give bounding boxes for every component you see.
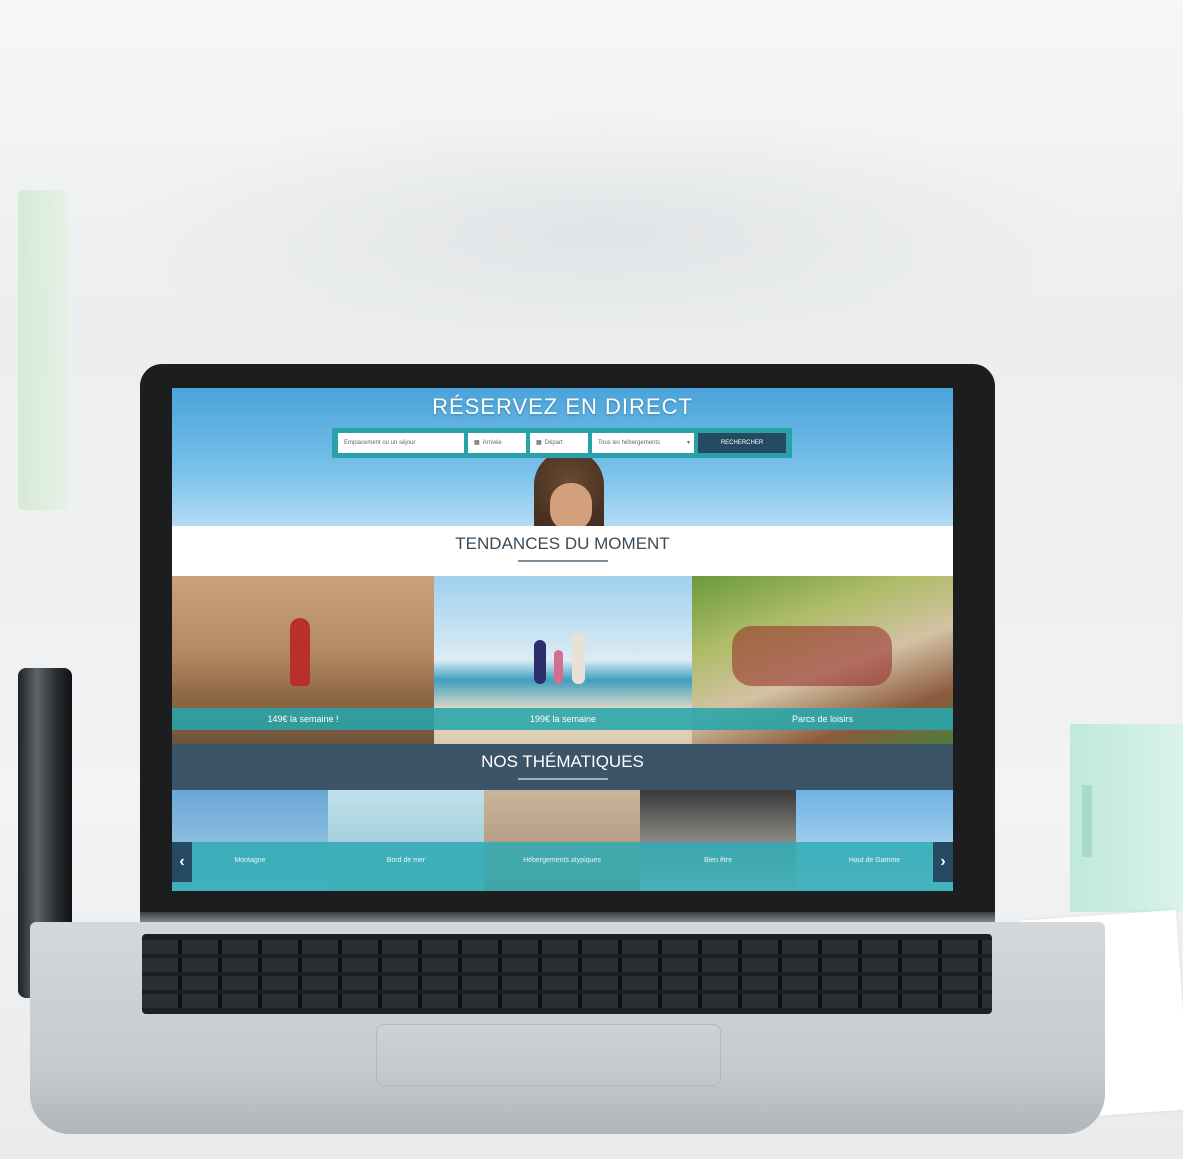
girl-on-beach-image [290,618,310,686]
theme-card-band [796,842,953,891]
theme-card[interactable]: Montagne [172,790,328,891]
family-on-beach-image [572,634,585,684]
themes-title: NOS THÉMATIQUES [481,752,644,771]
accommodation-type-select[interactable]: Tous les hébergements ▾ [592,433,694,453]
chevron-left-icon[interactable]: ‹ [172,842,192,882]
family-on-beach-image [534,640,546,684]
calendar-icon: ▦ [536,440,542,446]
theme-card-band [328,842,484,891]
amusement-ride-image [732,626,892,686]
chevron-down-icon: ▾ [686,440,690,446]
laptop-keyboard [142,934,992,1014]
trend-card[interactable]: 199€ la semaine [434,576,692,744]
trend-card-caption: Parcs de loisirs [692,708,953,730]
key-row [142,958,992,972]
key-row [142,940,992,954]
title-underline [518,778,608,780]
family-on-beach-image [554,650,563,684]
themes-carousel: Montagne Bord de mer Hébergements atypiq… [172,790,953,891]
departure-placeholder: Départ [544,440,563,446]
theme-card-label: Bien être [703,857,733,864]
laptop-screen: RÉSERVEZ EN DIRECT Emplacement ou un séj… [172,388,953,891]
theme-card-label: Hébergements atypiques [523,857,601,864]
theme-card-label: Haut de Gamme [848,857,901,864]
theme-card-band [484,842,640,891]
departure-date-field[interactable]: ▦ Départ [530,433,588,453]
trend-card-caption: 149€ la semaine ! [172,708,434,730]
laptop-trackpad [376,1024,721,1086]
search-bar: Emplacement ou un séjour ▦ Arrivée ▦ Dépar… [332,428,792,458]
key-row [142,994,992,1008]
chevron-right-icon[interactable]: › [933,842,953,882]
background-blur [110,110,1090,360]
mint-box-slot [1082,785,1092,857]
theme-card[interactable]: Hébergements atypiques [484,790,640,891]
accommodation-type-value: Tous les hébergements [598,440,661,446]
trends-title: TENDANCES DU MOMENT [455,534,670,553]
plant-decoration [18,190,68,510]
arrival-placeholder: Arrivée [482,440,502,446]
location-placeholder: Emplacement ou un séjour [344,440,416,446]
location-field[interactable]: Emplacement ou un séjour [338,433,464,453]
arrival-date-field[interactable]: ▦ Arrivée [468,433,526,453]
calendar-icon: ▦ [474,440,480,446]
theme-card[interactable]: Haut de Gamme [796,790,953,891]
photo-scene: RÉSERVEZ EN DIRECT Emplacement ou un séj… [0,0,1183,1159]
theme-card-band [640,842,796,891]
theme-card-label: Montagne [234,857,266,864]
trend-card-caption: 199€ la semaine [434,708,692,730]
theme-card-label: Bord de mer [386,857,426,864]
key-row [142,976,992,990]
trend-card[interactable]: 149€ la semaine ! [172,576,434,744]
hero-title: RÉSERVEZ EN DIRECT [432,394,693,419]
trend-card[interactable]: Parcs de loisirs [692,576,953,744]
title-underline [518,560,608,562]
hero-banner: RÉSERVEZ EN DIRECT Emplacement ou un séj… [172,388,953,526]
theme-card[interactable]: Bord de mer [328,790,484,891]
theme-card[interactable]: Bien être [640,790,796,891]
theme-card-band [172,842,328,891]
themes-header: NOS THÉMATIQUES [172,744,953,790]
search-button[interactable]: RECHERCHER [698,433,786,453]
hero-person-face [550,483,592,526]
